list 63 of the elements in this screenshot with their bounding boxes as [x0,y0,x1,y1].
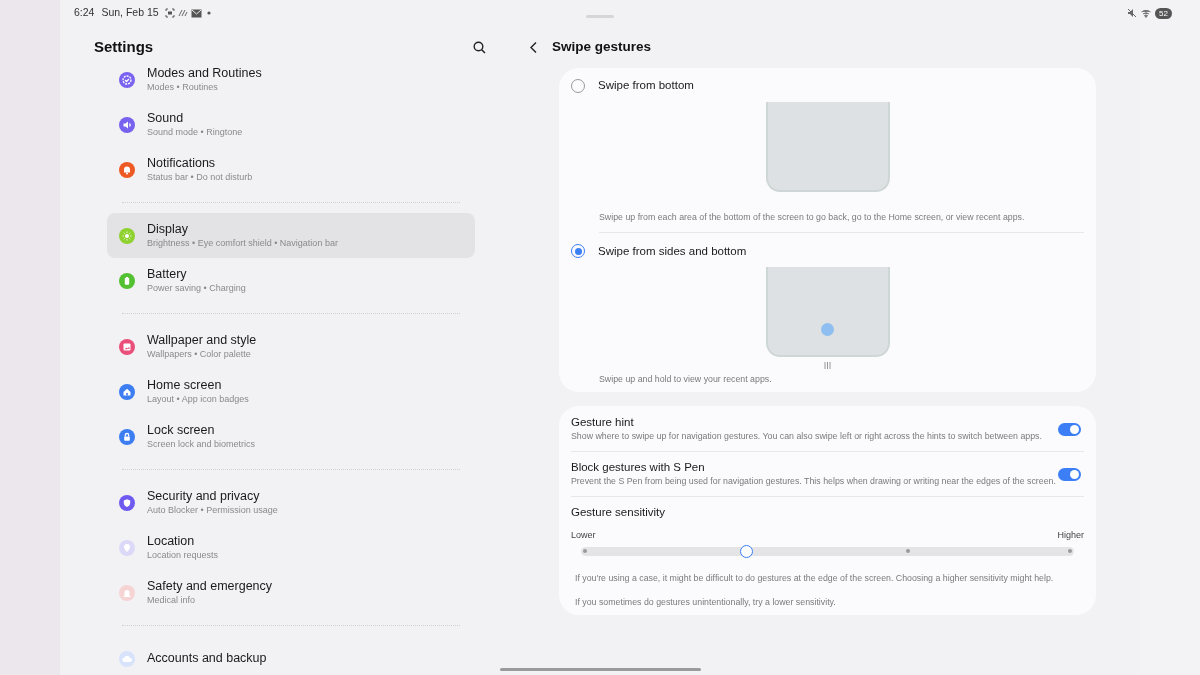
sensitivity-note: If you're using a case, it might be difficult to do gestures at the edge of the screen. Choosing a higher sensitivity might help. [575,571,1055,585]
settings-item[interactable]: Security and privacy Auto Blocker • Permission usage [107,480,475,525]
toggle-description: Show where to swipe up for navigation gestures. You can also swipe left or right across the hints to switch between apps. [571,430,1042,444]
settings-item[interactable]: Battery Power saving • Charging [107,258,475,303]
settings-title: Settings [94,36,154,57]
item-subtitle: Wallpapers • Color palette [147,348,252,360]
signal-icon [177,9,188,17]
item-subtitle: Auto Blocker • Permission usage [147,504,278,516]
item-title: Wallpaper and style [147,333,257,348]
item-subtitle: Status bar • Do not disturb [147,171,253,183]
item-title: Modes and Routines [147,68,262,81]
option-description: Swipe up from each area of the bottom of the screen to go back, go to the Home screen, or view recent apps. [599,211,1026,224]
toggle-title: Gesture hint [571,415,635,431]
wifi-icon [1141,8,1152,18]
item-title: Sound [147,111,185,126]
item-title: Lock screen [147,423,216,438]
settings-item[interactable]: Wallpaper and style Wallpapers • Color palette [107,324,475,369]
higher-label: Higher [1057,529,1084,543]
settings-item[interactable]: Location Location requests [107,525,475,570]
item-title: Home screen [147,378,223,393]
item-subtitle: Sound mode • Ringtone [147,126,243,138]
settings-item[interactable]: Lock screen Screen lock and biometrics [107,414,475,459]
item-subtitle: Power saving • Charging [147,282,246,294]
item-subtitle: Medical info [147,594,197,606]
settings-item[interactable]: Display Brightness • Eye comfort shield • Navigation bar [107,213,475,258]
settings-item[interactable]: Accounts and backup [107,636,475,675]
item-title: Accounts and backup [147,651,267,666]
option-description: Swipe up and hold to view your recent apps. [599,373,773,387]
status-time: 6:24 [74,5,95,21]
toggle-switch[interactable] [1058,467,1081,481]
toggle-title: Block gestures with S Pen [571,460,706,476]
item-title: Display [147,222,189,237]
item-title: Battery [147,267,188,282]
search-icon[interactable] [473,40,486,54]
settings-item[interactable]: Safety and emergency Medical info [107,570,475,615]
status-date: Sun, Feb 15 [101,5,159,21]
item-title: Location [147,534,196,549]
sensitivity-title: Gesture sensitivity [571,505,666,521]
toggle-switch[interactable] [1058,422,1081,436]
item-title: Notifications [147,156,217,171]
settings-item[interactable]: Home screen Layout • App icon badges [107,369,475,414]
settings-item[interactable]: Modes and Routines Modes • Routines [107,68,475,102]
lower-label: Lower [571,529,596,543]
option-label[interactable]: Swipe from sides and bottom [598,242,747,260]
item-title: Security and privacy [147,489,261,504]
item-subtitle: Brightness • Eye comfort shield • Navigation bar [147,237,338,249]
mute-icon [1127,8,1138,18]
item-subtitle: Screen lock and biometrics [147,438,256,450]
recents-hint-icon [824,362,831,370]
toggle-description: Prevent the S Pen from being used for navigation gestures. This helps when drawing or writing near the edges of the screen. [571,475,1056,489]
mail-icon [190,8,202,18]
item-subtitle: Modes • Routines [147,81,219,93]
sensitivity-note: If you sometimes do gestures unintentionally, try a lower sensitivity. [575,596,837,610]
item-subtitle: Location requests [147,549,219,561]
settings-item[interactable]: Notifications Status bar • Do not disturb [107,147,475,192]
item-subtitle: Layout • App icon badges [147,393,249,405]
dot-icon [206,11,211,15]
option-label[interactable]: Swipe from bottom [598,77,694,95]
item-title: Safety and emergency [147,579,273,594]
screenshot-icon [164,8,175,18]
settings-item[interactable]: Sound Sound mode • Ringtone [107,102,475,147]
slider-thumb[interactable] [740,544,753,558]
page-title: Swipe gestures [552,37,652,56]
